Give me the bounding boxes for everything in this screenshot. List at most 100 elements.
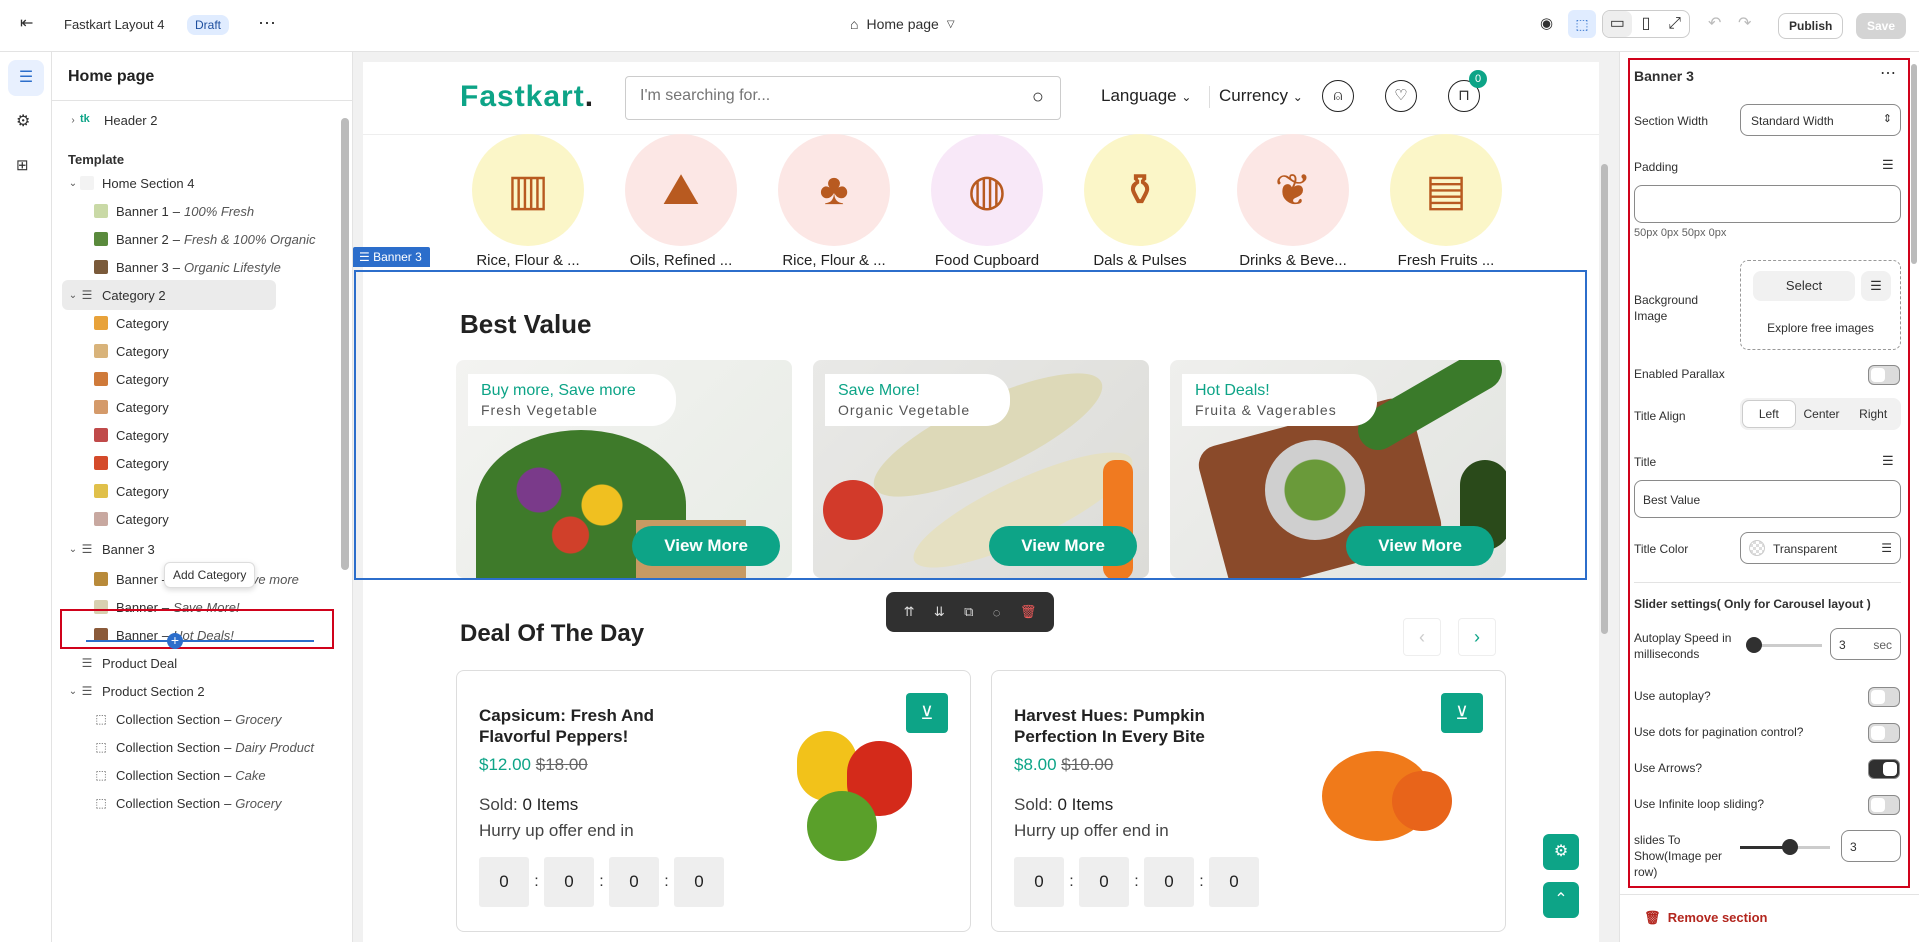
autoplay-speed-slider[interactable]	[1746, 637, 1822, 653]
deal-card[interactable]: Harvest Hues: Pumpkin Perfection In Ever…	[991, 670, 1506, 932]
promo-banner[interactable]: Save More! Organic Vegetable View More	[813, 360, 1149, 578]
home-section-4-tree-item[interactable]: ⌄ Home Section 4	[66, 168, 336, 198]
bg-image-dropzone[interactable]: Select ☰ Explore free images	[1740, 260, 1901, 350]
collection-section-tree-item[interactable]: ⬚ Collection Section – Grocery	[94, 704, 352, 734]
chevron-down-icon[interactable]: ⌄	[66, 290, 80, 301]
scroll-top-icon[interactable]: ⌃	[1543, 882, 1579, 918]
arrows-toggle[interactable]	[1868, 759, 1900, 779]
category-tree-item[interactable]: Category	[94, 392, 352, 422]
chevron-down-icon[interactable]: ⌄	[66, 686, 80, 697]
slides-slider[interactable]	[1740, 839, 1830, 855]
move-down-icon[interactable]: ⇊	[934, 604, 945, 620]
undo-icon[interactable]: ↶	[1708, 16, 1721, 32]
promo-banner[interactable]: Hot Deals! Fruita & Vagerables View More	[1170, 360, 1506, 578]
redo-icon[interactable]: ↷	[1738, 16, 1751, 32]
slider-thumb[interactable]	[1746, 637, 1762, 653]
category-tree-item[interactable]: Category	[94, 336, 352, 366]
category-tree-item[interactable]: Category	[94, 308, 352, 338]
publish-button[interactable]: Publish	[1778, 13, 1844, 39]
site-logo[interactable]: Fastkart.	[460, 80, 594, 114]
parallax-toggle[interactable]	[1868, 365, 1900, 385]
category-item[interactable]: ◍ Food Cupboard	[912, 134, 1062, 269]
banner-1-tree-item[interactable]: Banner 1–100% Fresh	[94, 196, 352, 226]
product-section-2-tree-item[interactable]: ⌄ ☰ Product Section 2	[66, 676, 336, 706]
database-icon[interactable]: ☰	[1882, 454, 1894, 467]
banner-3-tree-item[interactable]: Banner 3– Organic Lifestyle	[94, 252, 352, 282]
category-tree-item[interactable]: Category	[94, 448, 352, 478]
add-section-icon[interactable]: +	[167, 633, 183, 649]
theme-store-icon[interactable]: ◉	[1540, 16, 1553, 31]
title-input[interactable]: Best Value	[1634, 480, 1901, 518]
site-search-input[interactable]	[640, 87, 1000, 105]
select-image-button[interactable]: Select	[1753, 271, 1855, 301]
slider-thumb[interactable]	[1782, 839, 1798, 855]
deal-card[interactable]: Capsicum: Fresh And Flavorful Peppers! ⊻ $…	[456, 670, 971, 932]
dots-toggle[interactable]	[1868, 723, 1900, 743]
ellipsis-icon[interactable]: ⋯	[258, 14, 276, 32]
settings-fab-icon[interactable]: ⚙	[1543, 834, 1579, 870]
deal-name[interactable]: Capsicum: Fresh And Flavorful Peppers!	[479, 705, 709, 747]
add-to-cart-icon[interactable]: ⊻	[906, 693, 948, 733]
sections-icon[interactable]: ☰	[8, 60, 44, 96]
deal-name[interactable]: Harvest Hues: Pumpkin Perfection In Ever…	[1014, 705, 1244, 747]
category-item[interactable]: ❦ Drinks & Beve...	[1218, 134, 1368, 269]
page-selector[interactable]: ⌂ Home page ▽	[850, 16, 955, 32]
currency-dropdown[interactable]: Currency ⌄	[1219, 86, 1303, 106]
section-badge[interactable]: ☰ Banner 3	[353, 247, 430, 267]
section-width-select[interactable]: Standard Width ⇕	[1740, 104, 1901, 136]
category-tree-item[interactable]: Category	[94, 364, 352, 394]
canvas-scrollbar[interactable]	[1601, 164, 1608, 634]
banner-3-tree-item[interactable]: ⌄ ☰ Banner 3	[66, 534, 336, 564]
add-to-cart-icon[interactable]: ⊻	[1441, 693, 1483, 733]
category-item[interactable]: ▤ Fresh Fruits ...	[1371, 134, 1521, 269]
category-2-tree-item[interactable]: ⌄ ☰ Category 2	[62, 280, 276, 310]
user-icon[interactable]: ⍝	[1322, 80, 1354, 112]
save-button[interactable]: Save	[1856, 13, 1907, 39]
align-right-option[interactable]: Right	[1847, 400, 1899, 428]
inspector-icon[interactable]: ⬚	[1568, 10, 1596, 38]
collection-section-tree-item[interactable]: ⬚ Collection Section – Dairy Product	[94, 732, 352, 762]
fullscreen-icon[interactable]: ⤢	[1660, 11, 1689, 37]
site-search[interactable]: ○	[625, 76, 1061, 120]
language-dropdown[interactable]: Language ⌄	[1101, 86, 1191, 106]
prev-arrow-icon[interactable]: ‹	[1403, 618, 1441, 656]
gear-icon[interactable]: ⚙	[16, 114, 30, 130]
category-tree-item[interactable]: Category	[94, 476, 352, 506]
delete-icon[interactable]: 🗑	[1020, 604, 1037, 620]
category-item[interactable]: ⛰ Oils, Refined ...	[606, 134, 756, 269]
database-icon[interactable]: ☰	[1882, 158, 1894, 171]
title-color-picker[interactable]: Transparent ☰	[1740, 532, 1901, 564]
move-up-icon[interactable]: ⇈	[904, 604, 915, 620]
slides-input[interactable]: 3	[1841, 830, 1901, 862]
chevron-down-icon[interactable]: ⌄	[66, 178, 80, 189]
category-item[interactable]: ▥ Rice, Flour & ...	[453, 134, 603, 269]
search-icon[interactable]: ○	[1032, 87, 1044, 107]
view-more-button[interactable]: View More	[989, 526, 1137, 566]
more-icon[interactable]: ⋯	[1880, 66, 1896, 82]
next-arrow-icon[interactable]: ›	[1458, 618, 1496, 656]
align-center-option[interactable]: Center	[1796, 400, 1848, 428]
banner-2-tree-item[interactable]: Banner 2– Fresh & 100% Organic	[94, 224, 352, 254]
category-item[interactable]: ⚱ Dals & Pulses	[1065, 134, 1215, 269]
align-left-option[interactable]: Left	[1742, 400, 1796, 428]
promo-banner[interactable]: Buy more, Save more Fresh Vegetable View M…	[456, 360, 792, 578]
explore-images-link[interactable]: Explore free images	[1741, 321, 1900, 335]
database-icon[interactable]: ☰	[1861, 271, 1891, 301]
category-tree-item[interactable]: Category	[94, 420, 352, 450]
chevron-down-icon[interactable]: ⌄	[66, 544, 80, 555]
product-deal-tree-item[interactable]: ☰ Product Deal	[66, 648, 336, 678]
view-more-button[interactable]: View More	[632, 526, 780, 566]
header-item[interactable]: › tk Header 2	[66, 105, 336, 135]
heart-icon[interactable]: ♡	[1385, 80, 1417, 112]
hide-icon[interactable]: ◌	[993, 605, 1001, 620]
autoplay-toggle[interactable]	[1868, 687, 1900, 707]
settings-scrollbar[interactable]	[1911, 64, 1917, 264]
category-tree-item[interactable]: Category	[94, 504, 352, 534]
loop-toggle[interactable]	[1868, 795, 1900, 815]
database-icon[interactable]: ☰	[1881, 541, 1892, 555]
collection-section-tree-item[interactable]: ⬚ Collection Section – Cake	[94, 760, 352, 790]
category-item[interactable]: ♣ Rice, Flour & ...	[759, 134, 909, 269]
view-more-button[interactable]: View More	[1346, 526, 1494, 566]
apps-icon[interactable]: ⊞	[16, 158, 29, 173]
desktop-icon[interactable]: ▭	[1603, 11, 1632, 37]
